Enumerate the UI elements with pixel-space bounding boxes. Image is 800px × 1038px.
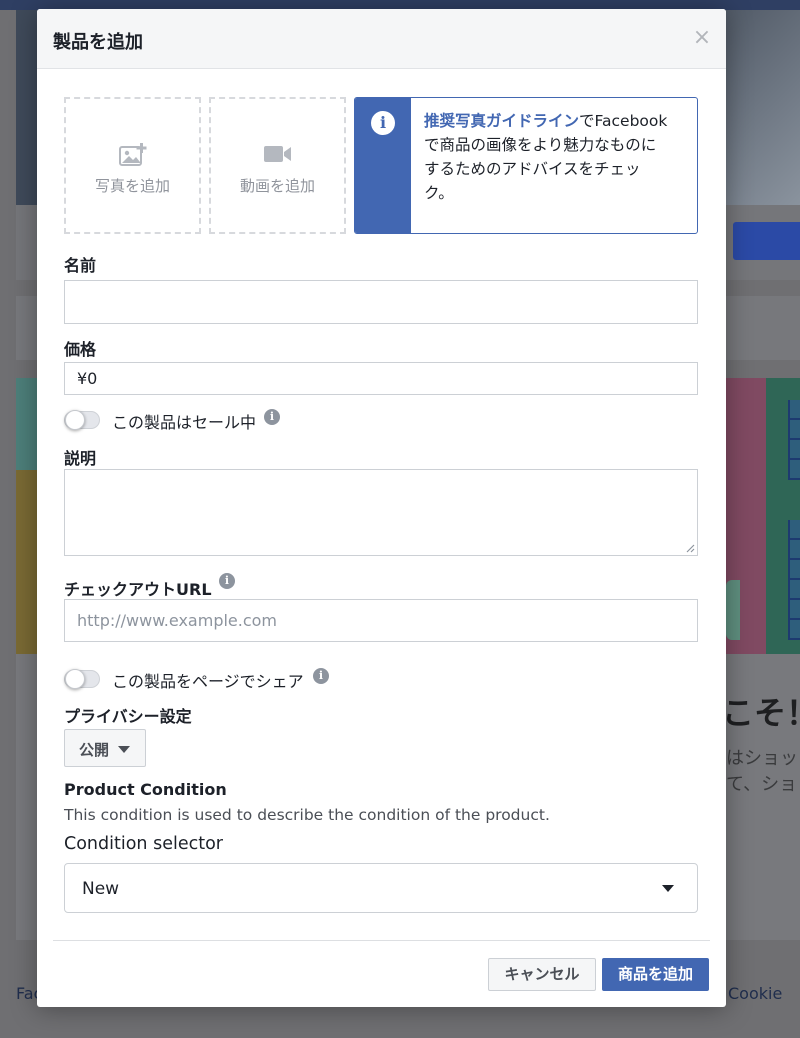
checkout-url-input[interactable]: http://www.example.com (64, 599, 698, 642)
background-action-button (733, 222, 800, 260)
share-toggle[interactable] (64, 669, 100, 689)
background-illustration (788, 520, 800, 640)
background-illustration (788, 400, 800, 480)
sale-toggle[interactable] (64, 410, 100, 430)
price-label: 価格 (64, 340, 97, 359)
background-welcome-text: はショッ (726, 748, 798, 769)
add-photo-label: 写真を追加 (94, 177, 170, 195)
video-camera-icon (211, 143, 344, 169)
background-footer-link: Cookie (728, 984, 783, 1003)
background-welcome-text: て、ショ (726, 774, 798, 795)
background-cover-edge (16, 10, 38, 205)
product-condition-description: This condition is used to describe the c… (64, 806, 550, 824)
condition-select[interactable]: New (64, 863, 698, 913)
background-illustration (726, 580, 740, 640)
photo-guidelines-notice: i 推奨写真ガイドラインでFacebook で商品の画像をより魅力なものに する… (354, 97, 698, 234)
dialog-title: 製品を追加 (53, 32, 143, 53)
toggle-knob (65, 410, 85, 430)
background-illustration (16, 470, 38, 654)
dialog-header: 製品を追加 × (37, 9, 726, 69)
info-help-icon[interactable]: i (313, 668, 329, 684)
caret-down-icon (662, 885, 674, 892)
info-help-icon[interactable]: i (219, 573, 235, 589)
description-textarea[interactable] (64, 469, 698, 556)
privacy-selected: 公開 (79, 741, 110, 759)
background-welcome-heading: こそ！ (722, 694, 800, 732)
background-illustration (16, 378, 38, 470)
resize-handle-icon[interactable] (686, 544, 695, 553)
add-photo-button[interactable]: 写真を追加 (64, 97, 201, 234)
guidelines-text-line: でFacebook (579, 112, 668, 130)
privacy-dropdown[interactable]: 公開 (64, 729, 146, 767)
name-label: 名前 (64, 256, 97, 275)
guidelines-text-line: で商品の画像をより魅力なものに (424, 136, 657, 154)
close-icon[interactable]: × (691, 27, 713, 49)
condition-selector-label: Condition selector (64, 834, 223, 854)
info-stripe: i (355, 98, 411, 233)
photo-add-icon (66, 143, 199, 169)
name-input[interactable] (64, 280, 698, 324)
add-video-label: 動画を追加 (239, 177, 315, 195)
info-icon: i (371, 111, 395, 135)
privacy-label: プライバシー設定 (64, 707, 192, 726)
guidelines-text-line: ク。 (424, 184, 454, 202)
guidelines-text-line: するためのアドバイスをチェッ (424, 160, 641, 178)
checkout-url-label: チェックアウトURL (64, 580, 212, 599)
add-product-button[interactable]: 商品を追加 (602, 958, 709, 991)
sale-toggle-label: この製品はセール中 (112, 413, 257, 432)
product-condition-title: Product Condition (64, 780, 227, 799)
footer-divider (53, 940, 710, 941)
price-input[interactable]: ¥0 (64, 362, 698, 395)
info-help-icon[interactable]: i (264, 409, 280, 425)
guidelines-link[interactable]: 推奨写真ガイドライン (424, 112, 579, 130)
guidelines-text: 推奨写真ガイドラインでFacebook で商品の画像をより魅力なものに するため… (411, 98, 677, 233)
add-product-dialog: 製品を追加 × 写真を追加 動画を追加 i 推奨写真ガイドラインでFaceboo… (37, 9, 726, 1007)
share-toggle-label: この製品をページでシェア (112, 672, 304, 691)
caret-down-icon (118, 746, 130, 753)
add-video-button[interactable]: 動画を追加 (209, 97, 346, 234)
condition-selected: New (82, 879, 120, 899)
description-label: 説明 (64, 449, 97, 468)
toggle-knob (65, 669, 85, 689)
cancel-button[interactable]: キャンセル (488, 958, 596, 991)
